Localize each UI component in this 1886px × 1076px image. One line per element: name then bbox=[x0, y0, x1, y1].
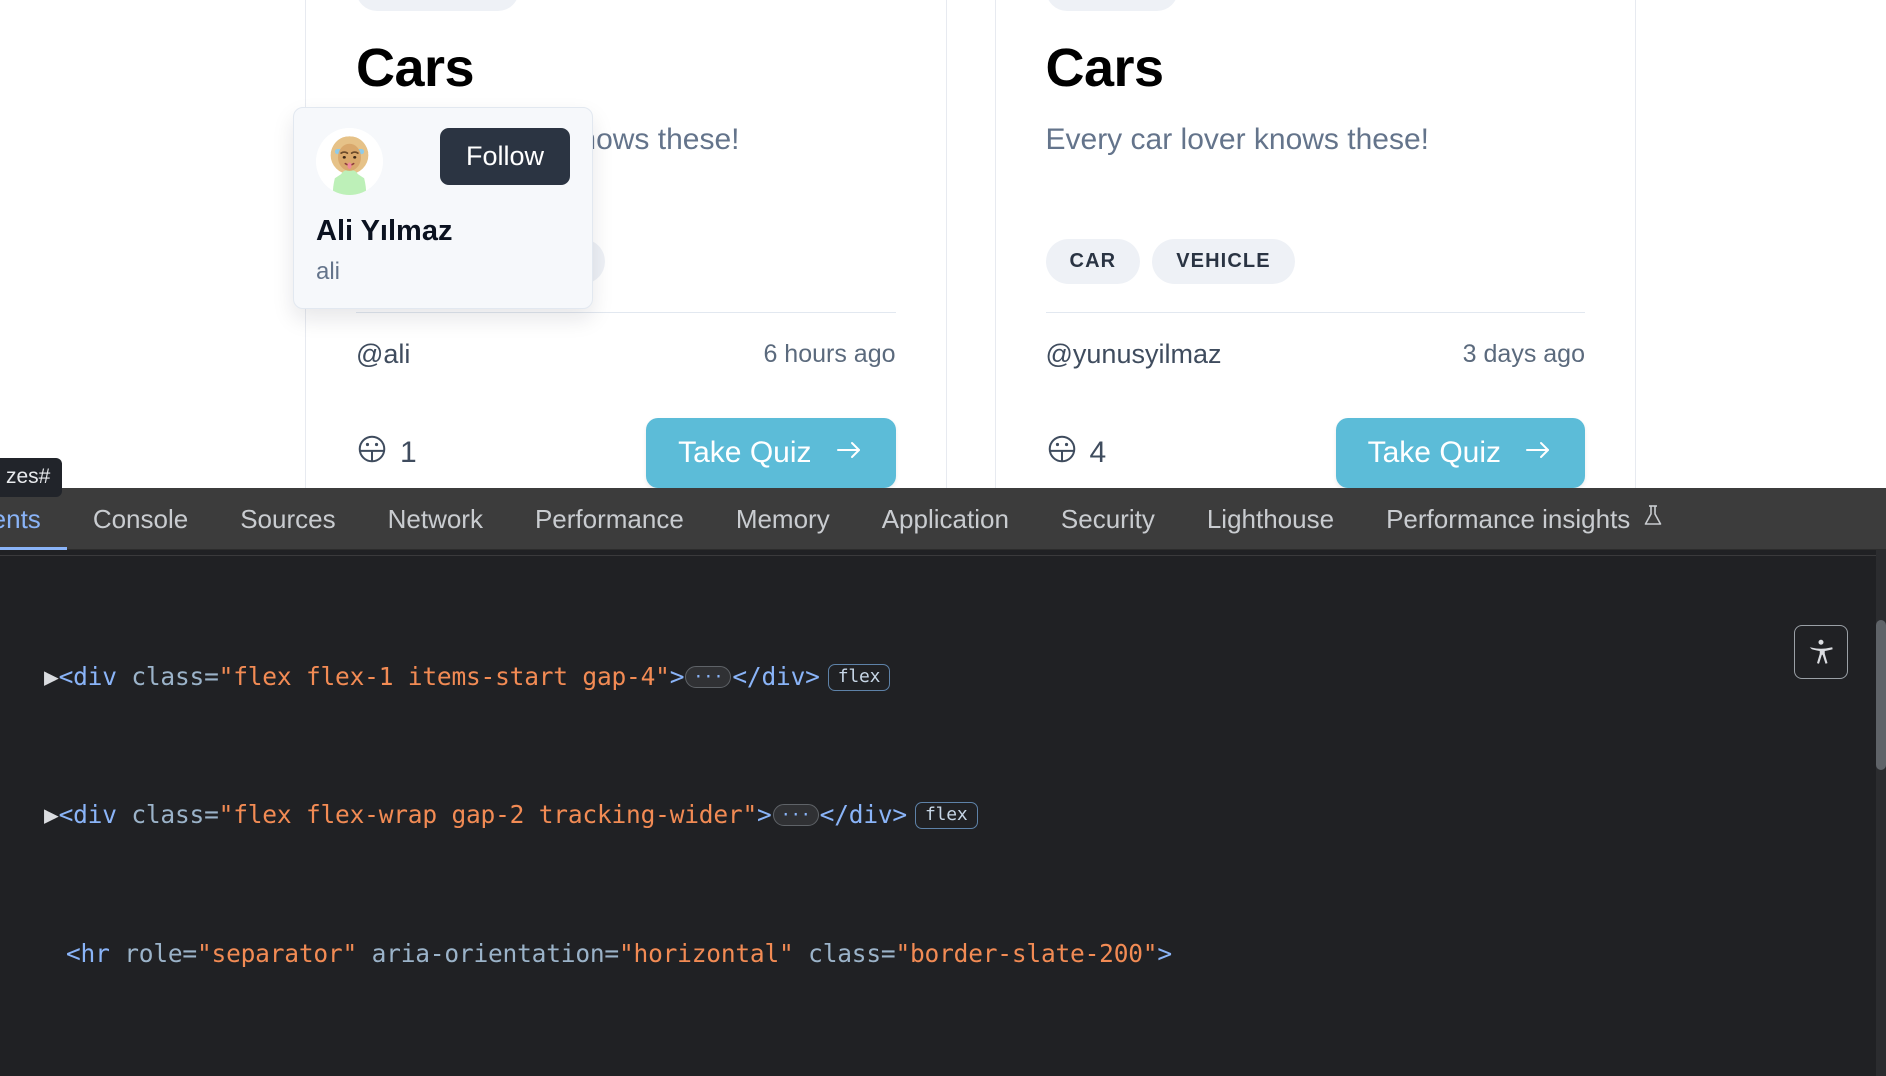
accessibility-icon[interactable] bbox=[1794, 625, 1848, 679]
take-quiz-label: Take Quiz bbox=[1367, 436, 1501, 470]
code-tag: <hr bbox=[66, 938, 110, 968]
code-attr: aria-orientation= bbox=[371, 938, 620, 968]
code-value: "horizontal" bbox=[618, 938, 794, 968]
card-footer-row: 1 Take Quiz bbox=[356, 418, 896, 489]
code-value: "separator" bbox=[196, 938, 358, 968]
code-value: "flex flex-wrap gap-2 tracking-wider" bbox=[218, 800, 758, 830]
devtools-panel: ments Console Sources Network Performanc… bbox=[0, 488, 1886, 1076]
tab-label: Sources bbox=[240, 503, 336, 534]
code-punct: > bbox=[1157, 938, 1172, 968]
code-attr: role= bbox=[124, 938, 197, 968]
tab-console[interactable]: Console bbox=[67, 488, 214, 550]
tag-chip[interactable]: VEHICLE bbox=[1152, 239, 1295, 285]
arrow-right-icon bbox=[1523, 436, 1553, 470]
quiz-card[interactable]: EASY Cars Every car lover knows these! C… bbox=[994, 0, 1636, 540]
difficulty-label: EASY bbox=[1096, 0, 1158, 2]
avatar-illustration bbox=[316, 128, 383, 195]
card-meta-row: @yunusyilmaz 3 days ago bbox=[1046, 339, 1586, 370]
take-quiz-button[interactable]: Take Quiz bbox=[1335, 418, 1585, 489]
tab-label: Application bbox=[881, 503, 1009, 534]
code-attr: class= bbox=[131, 800, 219, 830]
card-footer-row: 4 Take Quiz bbox=[1046, 418, 1585, 489]
steering-wheel-icon bbox=[1046, 433, 1078, 473]
tab-label: Network bbox=[387, 503, 483, 534]
code-value: "border-slate-200" bbox=[895, 938, 1158, 968]
tag-chip[interactable]: CAR bbox=[1045, 239, 1141, 285]
tab-application[interactable]: Application bbox=[856, 488, 1035, 550]
timestamp: 6 hours ago bbox=[763, 340, 896, 369]
collapsed-children-icon[interactable]: ··· bbox=[772, 804, 819, 827]
devtools-tabbar: ments Console Sources Network Performanc… bbox=[0, 488, 1886, 550]
steering-wheel-icon bbox=[356, 433, 388, 473]
code-punct: > bbox=[757, 800, 772, 830]
difficulty-badge: MEDIUM bbox=[356, 0, 519, 11]
tab-label: Memory bbox=[735, 503, 830, 534]
expand-arrow-icon[interactable]: ▶ bbox=[0, 662, 59, 691]
tab-label: Console bbox=[92, 503, 189, 534]
difficulty-badge: EASY bbox=[1045, 0, 1178, 11]
follow-button[interactable]: Follow bbox=[439, 128, 570, 185]
quiz-card-grid: MEDIUM Cars Every car lover knows these!… bbox=[0, 0, 1886, 540]
scrollbar-thumb[interactable] bbox=[1876, 620, 1886, 770]
tab-network[interactable]: Network bbox=[362, 488, 509, 550]
play-count: 4 bbox=[1046, 433, 1107, 473]
tab-label: Security bbox=[1060, 503, 1155, 534]
card-divider bbox=[1045, 312, 1585, 314]
collapsed-children-icon[interactable]: ··· bbox=[685, 665, 732, 688]
card-title: Cars bbox=[356, 38, 475, 98]
card-description: Every car lover knows these! bbox=[1045, 123, 1429, 157]
play-count: 1 bbox=[356, 433, 417, 473]
devtools-scrollbar[interactable] bbox=[1876, 550, 1886, 1076]
arrow-right-icon bbox=[834, 436, 864, 470]
dom-node-row[interactable]: ▶<div class="flex flex-1 items-start gap… bbox=[0, 660, 1886, 695]
flex-badge[interactable]: flex bbox=[914, 802, 978, 830]
code-punct: > bbox=[669, 661, 685, 691]
devtools-elements-tree[interactable]: ▶<div class="flex flex-1 items-start gap… bbox=[0, 550, 1886, 1076]
code-tag-close: </div> bbox=[819, 800, 908, 830]
author-link[interactable]: @yunusyilmaz bbox=[1046, 339, 1222, 370]
flask-icon bbox=[1642, 488, 1664, 550]
popover-user-name: Ali Yılmaz bbox=[316, 215, 453, 247]
code-attr: class= bbox=[808, 938, 896, 968]
difficulty-label: MEDIUM bbox=[406, 0, 499, 2]
gauge-icon bbox=[372, 0, 396, 2]
code-value: "flex flex-1 items-start gap-4" bbox=[218, 661, 670, 691]
dom-node-row[interactable]: <hr role="separator" aria-orientation="h… bbox=[0, 937, 1886, 972]
take-quiz-label: Take Quiz bbox=[678, 436, 812, 470]
tag-list: CAR VEHICLE bbox=[1045, 239, 1586, 285]
code-tag: <div bbox=[58, 800, 117, 830]
profile-popover-dialog[interactable]: Follow Ali Yılmaz ali bbox=[293, 107, 593, 309]
tab-label: Performance insights bbox=[1386, 503, 1631, 534]
dom-tree[interactable]: ▶<div class="flex flex-1 items-start gap… bbox=[0, 556, 1886, 1076]
expand-arrow-icon[interactable]: ▶ bbox=[0, 800, 59, 829]
popover-header: Follow bbox=[316, 128, 570, 195]
element-tooltip: zes# bbox=[0, 458, 63, 497]
tab-memory[interactable]: Memory bbox=[710, 488, 856, 550]
tab-label: Performance bbox=[534, 503, 684, 534]
card-meta-row: @ali 6 hours ago bbox=[356, 339, 896, 370]
gauge-icon bbox=[1062, 0, 1086, 2]
play-count-value: 4 bbox=[1089, 436, 1107, 470]
tab-label: Lighthouse bbox=[1206, 503, 1335, 534]
tab-lighthouse[interactable]: Lighthouse bbox=[1181, 488, 1360, 550]
tab-security[interactable]: Security bbox=[1035, 488, 1181, 550]
tab-sources[interactable]: Sources bbox=[214, 488, 361, 550]
code-attr: class= bbox=[131, 661, 219, 691]
dom-node-row[interactable]: ▶<div class="flex flex-wrap gap-2 tracki… bbox=[0, 798, 1886, 833]
screen-root: MEDIUM Cars Every car lover knows these!… bbox=[0, 0, 1886, 1076]
flex-badge[interactable]: flex bbox=[827, 663, 891, 691]
avatar bbox=[316, 128, 383, 195]
code-tag-close: </div> bbox=[732, 661, 820, 691]
popover-user-handle: ali bbox=[316, 258, 341, 285]
timestamp: 3 days ago bbox=[1462, 340, 1585, 369]
code-tag: <div bbox=[58, 661, 117, 691]
author-link[interactable]: @ali bbox=[356, 339, 410, 370]
tab-performance[interactable]: Performance bbox=[509, 488, 710, 550]
play-count-value: 1 bbox=[400, 436, 417, 470]
tab-performance-insights[interactable]: Performance insights bbox=[1360, 488, 1690, 550]
card-title: Cars bbox=[1045, 38, 1165, 98]
card-divider bbox=[356, 312, 896, 314]
take-quiz-button[interactable]: Take Quiz bbox=[646, 418, 896, 489]
